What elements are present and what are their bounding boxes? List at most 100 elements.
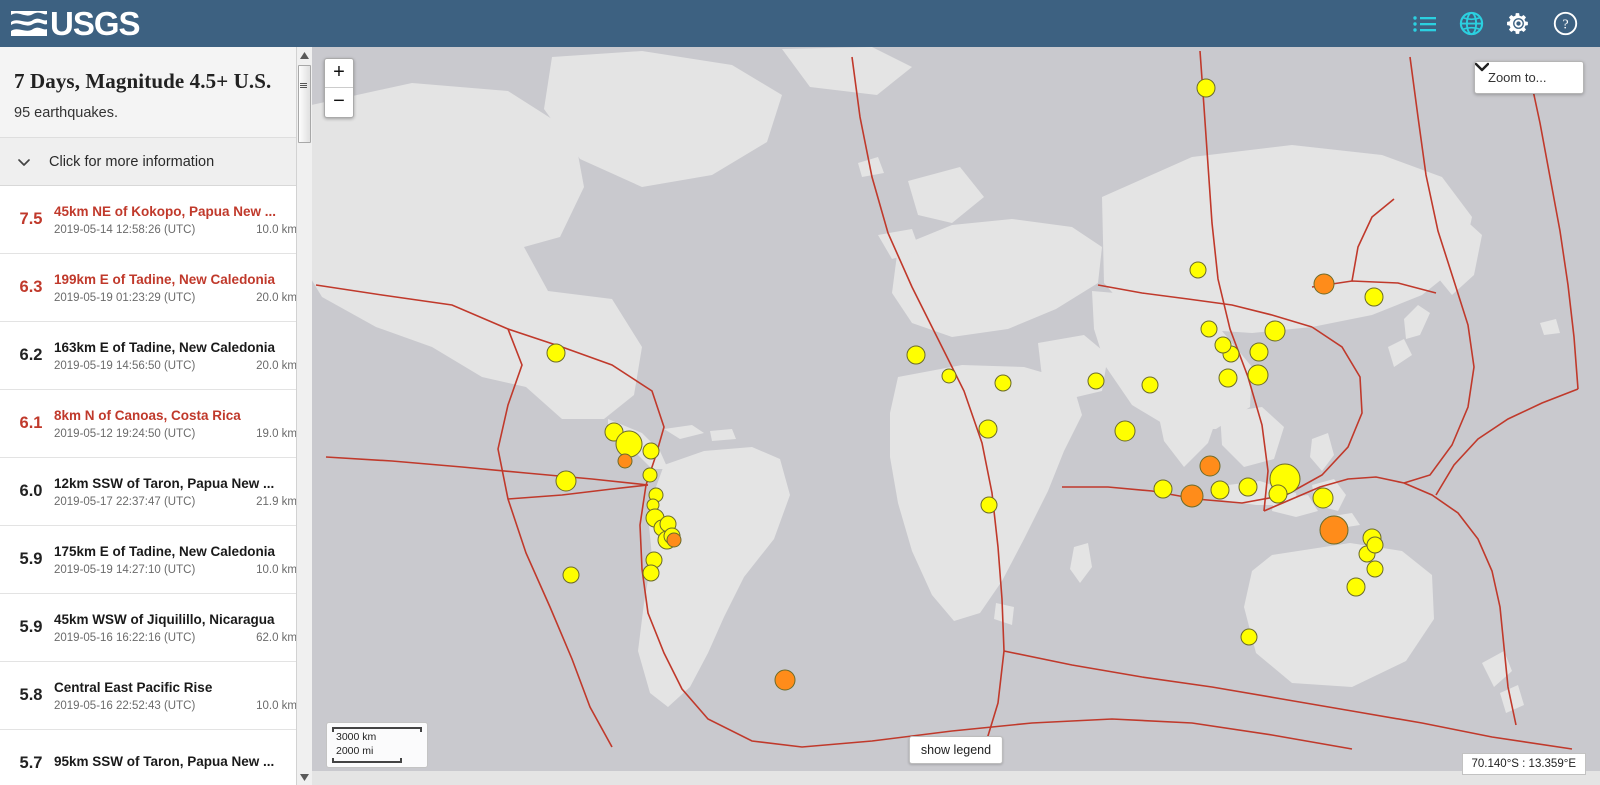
earthquake-details: 8km N of Canoas, Costa Rica 2019-05-12 19… [54, 408, 297, 440]
earthquake-marker[interactable] [1210, 480, 1230, 500]
earthquake-marker[interactable] [562, 566, 580, 584]
chevron-down-icon [1475, 62, 1489, 72]
sidebar-scrollbar[interactable] [296, 47, 312, 785]
earthquake-magnitude: 6.3 [19, 278, 43, 296]
earthquake-marker[interactable] [666, 532, 682, 548]
earthquake-marker[interactable] [1141, 376, 1159, 394]
usgs-wave-logo-icon [9, 8, 49, 39]
earthquake-meta: 2019-05-16 22:52:43 (UTC) 10.0 km [54, 700, 297, 712]
earthquake-time: 2019-05-19 14:27:10 (UTC) [54, 563, 196, 576]
earthquake-marker[interactable] [1346, 577, 1366, 597]
earthquake-marker[interactable] [617, 453, 633, 469]
scroll-up-arrow-icon[interactable] [297, 47, 312, 63]
earthquake-marker[interactable] [1200, 320, 1218, 338]
earthquake-marker[interactable] [1180, 484, 1204, 508]
earthquake-marker[interactable] [555, 470, 577, 492]
list-item[interactable]: 5.8 Central East Pacific Rise 2019-05-16 2… [0, 662, 311, 730]
earthquake-details: 199km E of Tadine, New Caledonia 2019-05-… [54, 272, 297, 304]
earthquake-details: 163km E of Tadine, New Caledonia 2019-05-… [54, 340, 297, 372]
earthquake-magnitude: 6.0 [19, 482, 43, 500]
earthquake-map[interactable]: + − Zoom to... 3000 km 2000 mi show lege… [312, 47, 1600, 785]
earthquake-time: 2019-05-19 01:23:29 (UTC) [54, 291, 196, 304]
map-scale-bar: 3000 km 2000 mi [326, 722, 428, 768]
earthquake-marker[interactable] [941, 368, 957, 384]
earthquake-marker[interactable] [906, 345, 926, 365]
earthquake-marker[interactable] [774, 669, 796, 691]
earthquake-marker[interactable] [1364, 287, 1384, 307]
sidebar-title-block: 7 Days, Magnitude 4.5+ U.S. 95 earthquak… [0, 47, 311, 138]
earthquake-place: 175km E of Tadine, New Caledonia [54, 543, 276, 559]
list-item[interactable]: 6.2 163km E of Tadine, New Caledonia 2019-… [0, 322, 311, 390]
scrollbar-thumb[interactable] [298, 65, 311, 143]
usgs-logo[interactable]: USGS [0, 5, 141, 42]
earthquake-details: 12km SSW of Taron, Papua New ... 2019-05-… [54, 476, 297, 508]
earthquake-depth: 62.0 km [256, 631, 297, 644]
list-item[interactable]: 6.0 12km SSW of Taron, Papua New ... 2019-… [0, 458, 311, 526]
earthquake-marker[interactable] [1240, 628, 1258, 646]
more-information-toggle[interactable]: Click for more information [0, 138, 311, 186]
earthquake-marker[interactable] [1312, 487, 1334, 509]
help-icon[interactable]: ? [1553, 11, 1578, 36]
show-legend-button[interactable]: show legend [908, 736, 1004, 764]
earthquake-marker[interactable] [546, 343, 566, 363]
earthquake-marker[interactable] [1366, 560, 1384, 578]
earthquake-depth: 10.0 km [256, 563, 297, 576]
earthquake-marker[interactable] [1087, 372, 1105, 390]
app-header: USGS ? [0, 0, 1600, 47]
earthquake-marker[interactable] [1264, 320, 1286, 342]
page-title: 7 Days, Magnitude 4.5+ U.S. [14, 69, 272, 93]
list-item[interactable]: 7.5 45km NE of Kokopo, Papua New ... 2019-… [0, 186, 311, 254]
list-icon[interactable] [1413, 15, 1437, 33]
list-item[interactable]: 5.9 175km E of Tadine, New Caledonia 2019-… [0, 526, 311, 594]
earthquake-marker[interactable] [615, 430, 643, 458]
scrollbar-grip [300, 83, 307, 88]
earthquake-marker[interactable] [1268, 484, 1288, 504]
earthquake-meta: 2019-05-16 16:22:16 (UTC) 62.0 km [54, 632, 297, 644]
earthquake-marker[interactable] [1114, 420, 1136, 442]
scroll-down-arrow-icon[interactable] [297, 769, 312, 785]
earthquake-marker[interactable] [994, 374, 1012, 392]
earthquake-marker[interactable] [1218, 368, 1238, 388]
zoom-out-button[interactable]: − [325, 88, 353, 117]
earthquake-marker[interactable] [642, 467, 658, 483]
earthquake-marker[interactable] [978, 419, 998, 439]
list-item[interactable]: 6.1 8km N of Canoas, Costa Rica 2019-05-12… [0, 390, 311, 458]
earthquake-marker[interactable] [1313, 273, 1335, 295]
earthquake-meta: 2019-05-19 14:27:10 (UTC) 10.0 km [54, 564, 297, 576]
earthquake-time: 2019-05-19 14:56:50 (UTC) [54, 359, 196, 372]
earthquake-meta: 2019-05-19 14:56:50 (UTC) 20.0 km [54, 360, 297, 372]
earthquake-list[interactable]: 7.5 45km NE of Kokopo, Papua New ... 2019-… [0, 186, 311, 785]
earthquake-marker[interactable] [980, 496, 998, 514]
usgs-logo-text: USGS [50, 5, 141, 42]
svg-text:?: ? [1562, 17, 1568, 33]
list-item[interactable]: 5.9 45km WSW of Jiquilillo, Nicaragua 2019… [0, 594, 311, 662]
zoom-to-dropdown[interactable]: Zoom to... [1474, 61, 1584, 94]
earthquake-marker[interactable] [1196, 78, 1216, 98]
earthquake-depth: 10.0 km [256, 699, 297, 712]
map-zoom-control[interactable]: + − [324, 58, 354, 118]
list-item[interactable]: 6.3 199km E of Tadine, New Caledonia 2019-… [0, 254, 311, 322]
usgs-earthquake-app: USGS ? 7 Days, Magnitude 4.5+ U.S. 95 ea… [0, 0, 1600, 785]
zoom-in-button[interactable]: + [325, 59, 353, 88]
earthquake-magnitude: 6.1 [19, 414, 43, 432]
earthquake-magnitude: 6.2 [19, 346, 43, 364]
earthquake-marker[interactable] [1199, 455, 1221, 477]
earthquake-marker[interactable] [1249, 342, 1269, 362]
earthquake-marker[interactable] [642, 564, 660, 582]
earthquake-marker[interactable] [1319, 515, 1349, 545]
earthquake-marker[interactable] [1238, 477, 1258, 497]
earthquake-marker[interactable] [642, 442, 660, 460]
earthquake-marker[interactable] [1214, 336, 1232, 354]
earthquake-time: 2019-05-14 12:58:26 (UTC) [54, 223, 196, 236]
earthquake-magnitude: 5.9 [19, 550, 43, 568]
earthquake-place: 8km N of Canoas, Costa Rica [54, 407, 241, 423]
gear-icon[interactable] [1506, 11, 1531, 36]
earthquake-marker[interactable] [1153, 479, 1173, 499]
globe-icon[interactable] [1459, 11, 1484, 36]
list-item[interactable]: 5.7 95km SSW of Taron, Papua New ... [0, 730, 311, 785]
earthquake-marker[interactable] [1247, 364, 1269, 386]
earthquake-marker[interactable] [1366, 536, 1384, 554]
earthquake-meta: 2019-05-19 01:23:29 (UTC) 20.0 km [54, 292, 297, 304]
earthquake-markers-layer[interactable] [312, 47, 1600, 785]
earthquake-marker[interactable] [1189, 261, 1207, 279]
